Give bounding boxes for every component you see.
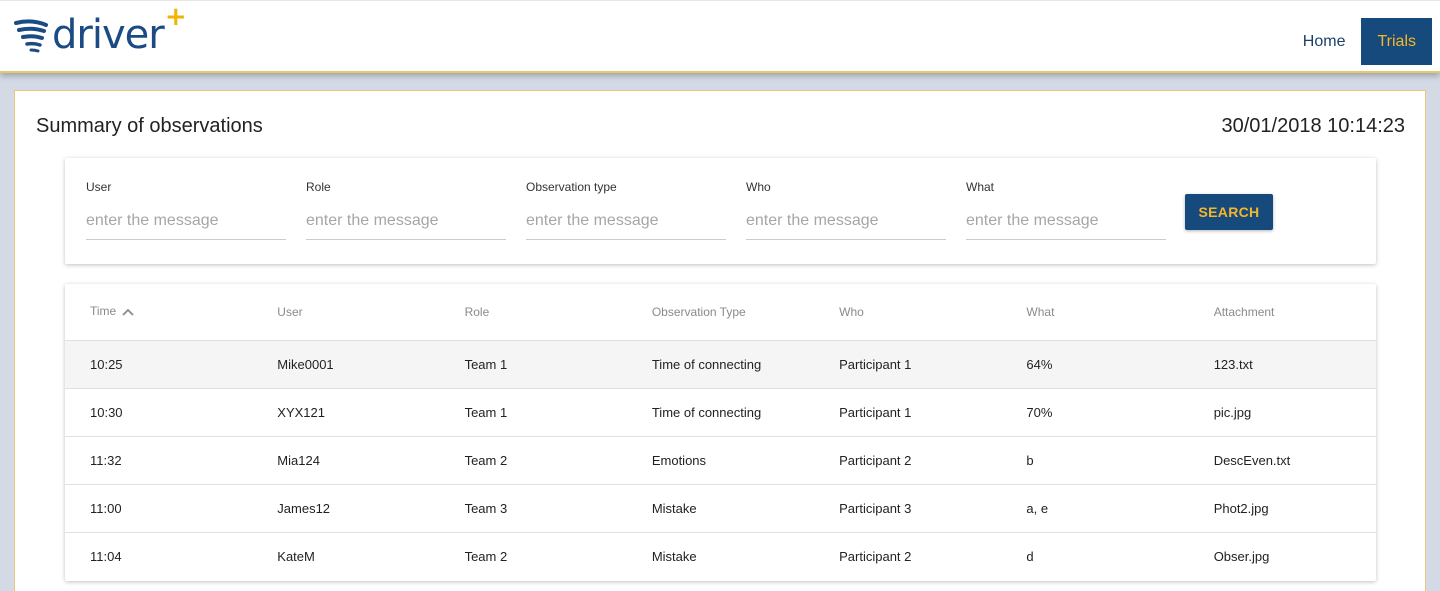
cell-what: d [1026, 548, 1034, 564]
column-header-what[interactable]: What [1001, 284, 1189, 341]
cell-observation-type: Emotions [626, 436, 815, 485]
observation-type-filter: Observation type [526, 180, 726, 240]
search-button[interactable]: SEARCH [1185, 194, 1273, 230]
cell-observation-type: Mistake [626, 484, 815, 533]
role-filter: Role [306, 180, 506, 240]
cell-what: 70% [1001, 388, 1189, 437]
cell-user: XYX121 [252, 388, 440, 437]
chevron-up-icon[interactable] [122, 305, 134, 319]
table-row[interactable]: 11:00 James12 Team 3 Mistake Participant… [65, 484, 1376, 533]
table-header-row: Time User Role Observation Type Who What… [65, 284, 1376, 341]
cell-user: Mike0001 [252, 340, 440, 389]
cell-what: a, e [1001, 484, 1189, 533]
current-timestamp: 30/01/2018 10:14:23 [1221, 115, 1405, 137]
column-header-observation-type[interactable]: Observation Type [626, 284, 815, 341]
cell-observation-type: Mistake [651, 548, 697, 564]
role-filter-input[interactable] [306, 206, 506, 240]
what-filter-label: What [966, 180, 995, 194]
logo-text: driver [52, 12, 165, 58]
logo-wordmark: driver + [52, 2, 187, 58]
cell-time: 11:04 [90, 548, 122, 564]
logo-swirl-icon [14, 19, 48, 53]
cell-time: 11:32 [65, 436, 253, 485]
cell-user: Mia124 [252, 436, 440, 485]
column-header-attachment[interactable]: Attachment [1188, 284, 1376, 341]
nav-trials-link[interactable]: Trials [1361, 18, 1432, 65]
cell-time: 11:00 [65, 484, 253, 533]
main-nav: Home Trials [1287, 18, 1432, 65]
page-title: Summary of observations [36, 115, 263, 137]
role-filter-label: Role [306, 180, 331, 194]
cell-who: Participant 1 [814, 388, 1002, 437]
column-header-user[interactable]: User [252, 284, 440, 341]
cell-attachment[interactable]: DescEven.txt [1188, 436, 1376, 485]
cell-role: Team 2 [439, 436, 627, 485]
cell-attachment[interactable]: pic.jpg [1188, 388, 1376, 437]
observation-type-filter-label: Observation type [526, 180, 617, 194]
cell-who: Participant 2 [814, 436, 1002, 485]
what-filter: What [966, 180, 1166, 240]
column-header-time[interactable]: Time [65, 284, 253, 341]
cell-role: Team 1 [439, 388, 627, 437]
column-header-time-label: Time [90, 304, 117, 319]
observations-panel: Summary of observations 30/01/2018 10:14… [14, 90, 1426, 591]
cell-who: Participant 2 [839, 548, 912, 564]
column-header-role[interactable]: Role [439, 284, 627, 341]
observations-table: Time User Role Observation Type Who What… [65, 284, 1376, 580]
who-filter-label: Who [746, 180, 771, 194]
user-filter-input[interactable] [86, 206, 286, 240]
cell-what: 64% [1001, 340, 1189, 389]
table-row[interactable]: 11:04 KateM Team 2 Mistake Participant 2… [65, 532, 1376, 580]
cell-time: 10:25 [65, 340, 253, 389]
cell-attachment[interactable]: Phot2.jpg [1188, 484, 1376, 533]
table-row[interactable]: 10:25 Mike0001 Team 1 Time of connecting… [65, 340, 1376, 389]
filter-card: User Role Observation type Who What SEAR… [65, 158, 1376, 264]
cell-observation-type: Time of connecting [626, 340, 815, 389]
top-navbar: driver + Home Trials [0, 0, 1440, 73]
nav-home-link[interactable]: Home [1287, 18, 1362, 65]
cell-what: b [1001, 436, 1189, 485]
cell-role: Team 3 [439, 484, 627, 533]
cell-attachment[interactable]: Obser.jpg [1189, 532, 1376, 580]
cell-who: Participant 1 [814, 340, 1002, 389]
cell-user: James12 [252, 484, 440, 533]
cell-time: 10:30 [65, 388, 253, 437]
cell-attachment[interactable]: 123.txt [1188, 340, 1376, 389]
cell-observation-type: Time of connecting [626, 388, 815, 437]
column-header-who[interactable]: Who [814, 284, 1002, 341]
driver-logo[interactable]: driver + [14, 2, 204, 61]
table-row[interactable]: 11:32 Mia124 Team 2 Emotions Participant… [65, 436, 1376, 485]
cell-who: Participant 3 [814, 484, 1002, 533]
who-filter-input[interactable] [746, 206, 946, 240]
observations-table-card: Time User Role Observation Type Who What… [65, 284, 1376, 581]
logo-plus: + [164, 2, 187, 32]
cell-user: KateM [277, 548, 315, 564]
observation-type-filter-input[interactable] [526, 206, 726, 240]
cell-role: Team 2 [464, 548, 508, 564]
user-filter: User [86, 180, 286, 240]
what-filter-input[interactable] [966, 206, 1166, 240]
table-row[interactable]: 10:30 XYX121 Team 1 Time of connecting P… [65, 388, 1376, 437]
who-filter: Who [746, 180, 946, 240]
user-filter-label: User [86, 180, 112, 194]
cell-role: Team 1 [439, 340, 627, 389]
